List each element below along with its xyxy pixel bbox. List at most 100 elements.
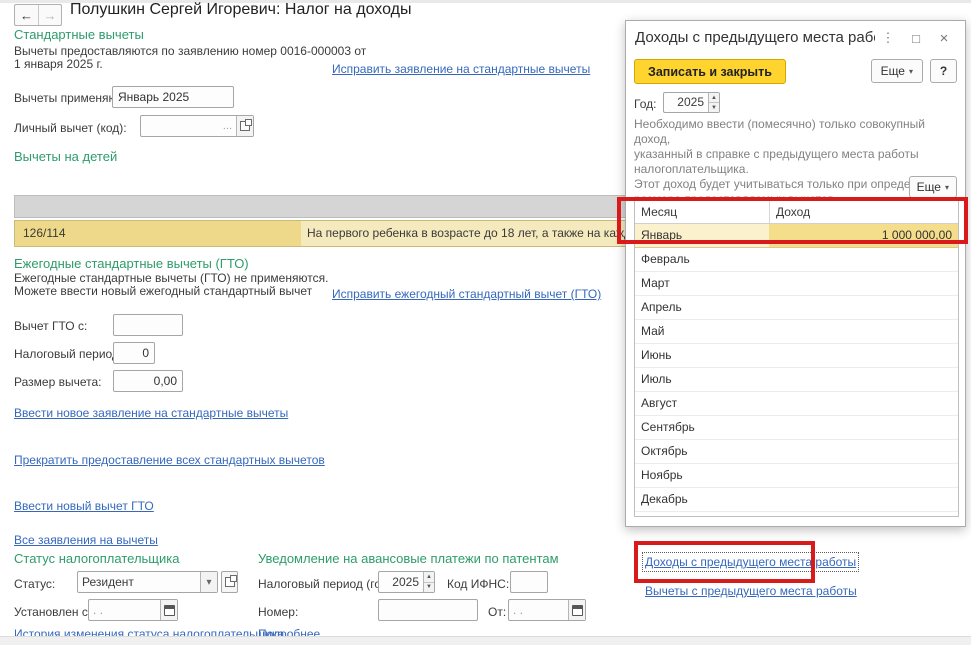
month-cell[interactable]: Январь <box>635 224 769 247</box>
year-value: 2025 <box>664 93 708 112</box>
month-cell[interactable]: Август <box>635 392 769 415</box>
open-button[interactable] <box>236 116 253 136</box>
year-label: Год: <box>634 97 656 111</box>
patent-period-input[interactable]: 2025 ▲ ▼ <box>378 571 435 593</box>
gto-info-line2: Можете ввести новый ежегодный стандартны… <box>14 284 312 298</box>
all-applications-link[interactable]: Все заявления на вычеты <box>14 533 158 547</box>
open-link-icon <box>225 577 235 587</box>
patent-number-input[interactable] <box>378 599 478 621</box>
spinner-down-icon[interactable]: ▼ <box>709 102 719 112</box>
month-cell[interactable]: Июль <box>635 368 769 391</box>
patent-notice-heading: Уведомление на авансовые платежи по пате… <box>258 551 559 566</box>
kebab-menu-button[interactable]: ⋮ <box>877 29 899 47</box>
new-standard-application-link[interactable]: Ввести новое заявление на стандартные вы… <box>14 406 288 420</box>
table-row[interactable]: Сентябрь <box>635 416 958 440</box>
previous-deductions-link[interactable]: Вычеты с предыдущего места работы <box>645 584 857 598</box>
income-cell[interactable] <box>769 416 958 439</box>
income-cell[interactable] <box>769 272 958 295</box>
patent-from-date-input[interactable]: . . <box>508 599 586 621</box>
spinner-up-icon[interactable]: ▲ <box>424 572 434 582</box>
gto-from-input[interactable] <box>113 314 183 336</box>
table-row-january[interactable]: Январь 1 000 000,00 <box>635 224 958 248</box>
income-cell[interactable] <box>769 368 958 391</box>
applied-from-input[interactable]: Январь 2025 <box>112 86 234 108</box>
more-button[interactable]: Еще ▾ <box>871 59 923 83</box>
table-row[interactable]: Октябрь <box>635 440 958 464</box>
table-row[interactable]: Май <box>635 320 958 344</box>
table-row[interactable]: Декабрь <box>635 488 958 512</box>
chevron-down-icon: ▾ <box>909 67 913 76</box>
ellipsis-icon[interactable]: … <box>219 116 236 136</box>
spinner-up-icon[interactable]: ▲ <box>709 93 719 102</box>
taxpayer-status-heading: Статус налогоплательщика <box>14 551 179 566</box>
table-row[interactable]: Март <box>635 272 958 296</box>
income-cell[interactable] <box>769 344 958 367</box>
income-cell[interactable] <box>769 488 958 511</box>
help-button[interactable]: ? <box>930 59 957 83</box>
month-cell[interactable]: Октябрь <box>635 440 769 463</box>
gto-size-input[interactable]: 0,00 <box>113 370 183 392</box>
income-cell[interactable] <box>769 440 958 463</box>
deduction-code-cell[interactable]: 126/114 <box>15 221 301 246</box>
table-more-button[interactable]: Еще ▾ <box>909 176 957 198</box>
income-table-header: Месяц Доход <box>635 201 958 224</box>
month-cell[interactable]: Апрель <box>635 296 769 319</box>
month-cell[interactable]: Ноябрь <box>635 464 769 487</box>
ifns-code-input[interactable] <box>510 571 548 593</box>
standard-info-line2: 1 января 2025 г. <box>14 57 103 71</box>
income-cell[interactable] <box>769 464 958 487</box>
income-cell[interactable]: 1 000 000,00 <box>769 224 958 247</box>
table-row[interactable]: Апрель <box>635 296 958 320</box>
table-row[interactable]: Июль <box>635 368 958 392</box>
month-cell[interactable]: Февраль <box>635 248 769 271</box>
children-deductions-heading: Вычеты на детей <box>14 149 117 164</box>
dialog-title: Доходы с предыдущего места работ… <box>635 29 875 46</box>
income-cell[interactable] <box>769 296 958 319</box>
year-spinner[interactable]: ▲ ▼ <box>708 93 719 112</box>
income-cell[interactable] <box>769 320 958 343</box>
gto-period-input[interactable]: 0 <box>113 342 155 364</box>
table-row[interactable]: Февраль <box>635 248 958 272</box>
back-button[interactable]: ← <box>15 5 38 25</box>
set-from-date-value: . . <box>89 600 160 620</box>
chevron-down-icon: ▾ <box>945 183 949 192</box>
spinner-down-icon[interactable]: ▼ <box>424 582 434 593</box>
year-input[interactable]: 2025 ▲ ▼ <box>663 92 720 113</box>
personal-deduction-input[interactable]: … <box>140 115 254 137</box>
standard-info-line1: Вычеты предоставляются по заявлению номе… <box>14 44 366 58</box>
month-cell[interactable]: Сентябрь <box>635 416 769 439</box>
month-column-header: Месяц <box>635 201 769 223</box>
status-open-button[interactable] <box>221 571 238 593</box>
open-link-icon <box>240 121 250 131</box>
history-nav-group: ← → <box>14 4 62 26</box>
month-cell[interactable]: Март <box>635 272 769 295</box>
income-cell[interactable] <box>769 392 958 415</box>
gto-from-label: Вычет ГТО с: <box>14 319 87 333</box>
month-cell[interactable]: Май <box>635 320 769 343</box>
personal-deduction-label: Личный вычет (код): <box>14 121 127 135</box>
table-row[interactable]: Июнь <box>635 344 958 368</box>
stop-all-deductions-link[interactable]: Прекратить предоставление всех стандартн… <box>14 453 325 467</box>
set-from-date-input[interactable]: . . <box>88 599 178 621</box>
chevron-down-icon[interactable]: ▾ <box>200 572 217 592</box>
new-gto-deduction-link[interactable]: Ввести новый вычет ГТО <box>14 499 154 513</box>
patent-from-date-value: . . <box>509 600 568 620</box>
patent-period-spinner[interactable]: ▲ ▼ <box>423 572 434 592</box>
forward-button[interactable]: → <box>38 5 61 25</box>
income-cell[interactable] <box>769 248 958 271</box>
calendar-button[interactable] <box>568 600 585 620</box>
fix-gto-link[interactable]: Исправить ежегодный стандартный вычет (Г… <box>332 287 601 301</box>
status-combobox[interactable]: Резидент ▾ <box>77 571 218 593</box>
table-row[interactable]: Ноябрь <box>635 464 958 488</box>
gto-heading: Ежегодные стандартные вычеты (ГТО) <box>14 256 249 271</box>
save-and-close-button[interactable]: Записать и закрыть <box>634 59 786 84</box>
month-cell[interactable]: Июнь <box>635 344 769 367</box>
maximize-button[interactable]: □ <box>905 29 927 47</box>
table-row[interactable]: Август <box>635 392 958 416</box>
close-button[interactable]: × <box>933 29 955 47</box>
month-cell[interactable]: Декабрь <box>635 488 769 511</box>
personal-deduction-value <box>141 116 219 136</box>
calendar-button[interactable] <box>160 600 177 620</box>
previous-income-link[interactable]: Доходы с предыдущего места работы <box>645 555 856 569</box>
fix-standard-application-link[interactable]: Исправить заявление на стандартные вычет… <box>332 62 590 76</box>
